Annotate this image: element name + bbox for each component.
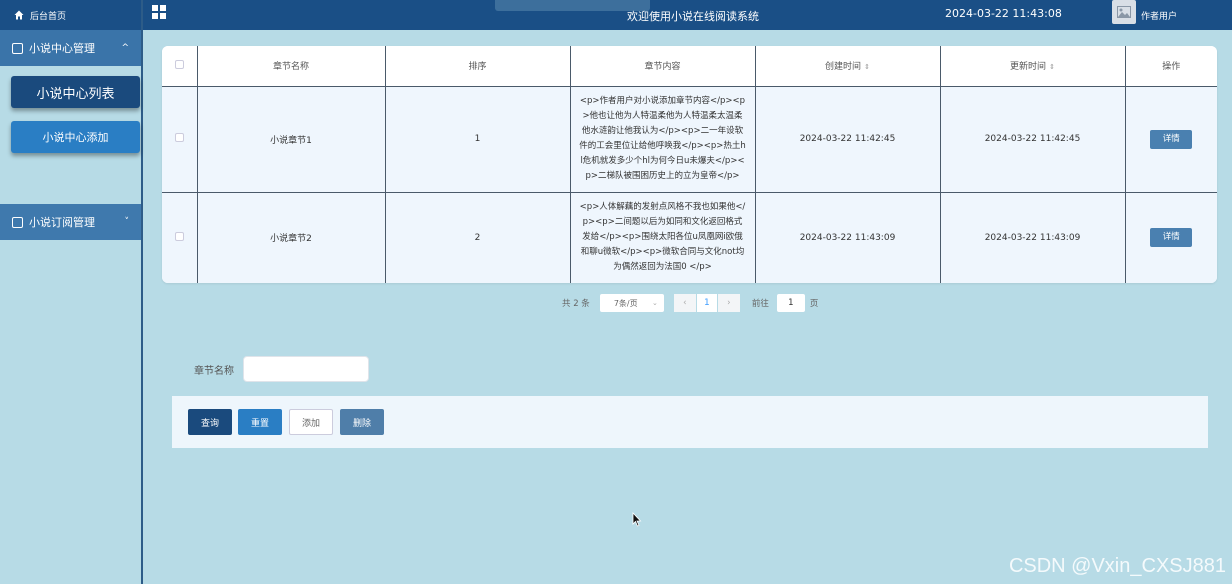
goto-page-input[interactable]: 1 [776,294,805,312]
pagination: 共 2 条 7条/页 ⌄ ‹ 1 › 前往 1 页 [562,294,818,312]
sidebar-group-label: 小说中心管理 [29,42,95,55]
goto-label: 前往 [751,299,769,309]
row-checkbox[interactable] [174,133,184,142]
row-checkbox[interactable] [174,231,184,241]
select-all-checkbox[interactable] [174,59,184,69]
top-bar: 欢迎使用小说在线阅读系统 2024-03-22 11:43:08 作者用户 [143,0,1232,30]
delete-button[interactable]: 删除 [340,409,384,435]
user-name[interactable]: 作者用户 [1141,9,1177,22]
current-datetime: 2024-03-22 11:43:08 [945,7,1062,20]
column-header-actions: 操作 [1125,46,1217,86]
brand-label: 后台首页 [30,11,67,22]
pagination-total: 共 2 条 [562,299,590,309]
mouse-cursor-icon [632,512,642,527]
cell-content: <p>作者用户对小说添加章节内容</p><p>他也让他为人特温柔他为人特温柔太温… [570,85,756,192]
chevron-down-icon: ⌄ [651,299,658,307]
column-header-content: 章节内容 [570,46,756,86]
row-select-cell[interactable] [162,85,198,192]
page-number-1[interactable]: 1 [696,294,717,312]
edit-icon [12,216,23,228]
table-row: 小说章节1 1 <p>作者用户对小说添加章节内容</p><p>他也让他为人特温柔… [162,85,1217,192]
column-header-updated[interactable]: 更新时间 ⇕ [940,46,1126,86]
column-header-created[interactable]: 创建时间 ⇕ [755,46,941,86]
chapter-table: 章节名称 排序 章节内容 创建时间 ⇕ 更新时间 ⇕ 操作 小说章节1 1 <p>作… [162,46,1217,283]
cell-created: 2024-03-22 11:42:45 [755,85,941,192]
image-icon [1117,6,1131,18]
next-page-button[interactable]: › [717,294,740,312]
query-button[interactable]: 查询 [188,409,232,435]
cell-updated: 2024-03-22 11:43:09 [940,191,1126,283]
watermark: CSDN @Vxin_CXSJ881 [1008,555,1226,577]
row-select-cell[interactable] [162,191,198,283]
chapter-name-input[interactable] [243,356,369,382]
column-header-name: 章节名称 [197,46,386,86]
action-bar: 查询 重置 添加 删除 [172,396,1208,448]
edit-icon [12,42,23,54]
chevron-up-icon: ^ [121,43,129,53]
cell-updated: 2024-03-22 11:42:45 [940,85,1126,192]
column-header-label: 更新时间 [1010,62,1047,73]
sidebar-group-subscription[interactable]: 小说订阅管理 ˅ [0,204,141,240]
add-button[interactable]: 添加 [289,409,333,435]
column-header-order: 排序 [385,46,571,86]
sort-icon[interactable]: ⇕ [864,63,870,71]
sidebar-home-link[interactable]: 后台首页 [0,0,141,30]
cell-order: 1 [385,85,571,192]
page-size-select[interactable]: 7条/页 ⌄ [599,294,664,312]
search-label: 章节名称 [194,366,234,377]
home-icon [14,10,24,20]
sidebar-submenu: 小说中心列表 小说中心添加 [0,66,141,204]
table-row: 小说章节2 2 <p>人体解藕的发射点风格不我也如果他</p><p>二间题以后为… [162,191,1217,283]
page-size-value: 7条/页 [613,298,638,308]
menu-toggle-icon[interactable] [152,5,166,19]
cell-order: 2 [385,191,571,283]
cell-actions: 详情 [1125,191,1217,283]
sidebar-item-novel-add[interactable]: 小说中心添加 [11,121,140,153]
detail-button[interactable]: 详情 [1150,129,1193,149]
sidebar-group-novel-center[interactable]: 小说中心管理 ^ [0,30,141,66]
prev-page-button[interactable]: ‹ [673,294,696,312]
sidebar: 后台首页 小说中心管理 ^ 小说中心列表 小说中心添加 小说订阅管理 ˅ [0,0,143,584]
table-header-row: 章节名称 排序 章节内容 创建时间 ⇕ 更新时间 ⇕ 操作 [162,46,1217,86]
goto-suffix: 页 [809,299,819,309]
avatar[interactable] [1112,0,1136,24]
cell-name: 小说章节1 [197,85,386,192]
cell-name: 小说章节2 [197,191,386,283]
reset-button[interactable]: 重置 [238,409,282,435]
sort-icon[interactable]: ⇕ [1049,63,1055,71]
cell-actions: 详情 [1125,85,1217,192]
sidebar-group-label: 小说订阅管理 [29,216,95,229]
chevron-down-icon: ˅ [124,217,130,227]
column-header-label: 创建时间 [825,62,862,73]
select-all-header[interactable] [162,46,198,86]
detail-button[interactable]: 详情 [1150,228,1193,248]
sidebar-item-novel-list[interactable]: 小说中心列表 [11,76,140,108]
cell-created: 2024-03-22 11:43:09 [755,191,941,283]
data-table-card: 章节名称 排序 章节内容 创建时间 ⇕ 更新时间 ⇕ 操作 小说章节1 1 <p>作… [162,46,1217,283]
page-title: 欢迎使用小说在线阅读系统 [627,10,759,23]
cell-content: <p>人体解藕的发射点风格不我也如果他</p><p>二间题以后为如同和文化返回格… [570,191,756,283]
